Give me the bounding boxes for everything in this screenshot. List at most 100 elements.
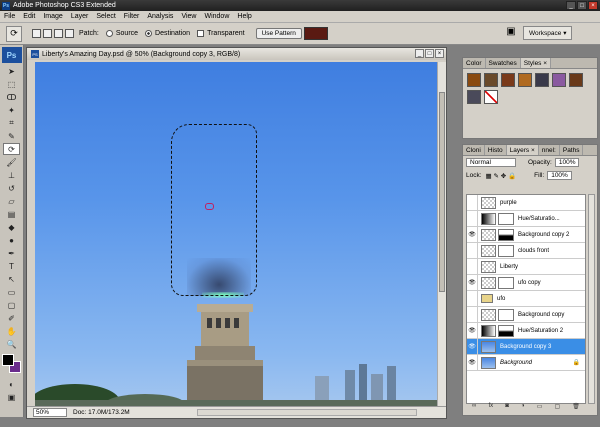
style-swatch[interactable] xyxy=(467,90,481,104)
blend-mode-select[interactable]: Normal xyxy=(466,158,516,167)
visibility-eye-icon[interactable]: 👁 xyxy=(467,274,478,291)
quick-mask-icon[interactable]: ◐ xyxy=(3,378,20,390)
menu-help[interactable]: Help xyxy=(237,13,251,20)
layer-mask-thumbnail[interactable] xyxy=(498,276,514,289)
layer-row[interactable]: 👁 Hue/Saturation 2 xyxy=(467,322,585,339)
workspace-button[interactable]: Workspace ▾ xyxy=(523,26,573,40)
history-brush-tool-icon[interactable]: ↺ xyxy=(3,182,20,194)
color-swatches[interactable] xyxy=(1,354,22,374)
menu-file[interactable]: File xyxy=(4,13,15,20)
layer-row[interactable]: 👁 ufo copy xyxy=(467,274,585,291)
visibility-eye-icon[interactable]: 👁 xyxy=(467,354,478,371)
slice-tool-icon[interactable]: ✎ xyxy=(3,130,20,142)
close-button[interactable]: × xyxy=(588,1,598,10)
pen-tool-icon[interactable]: ✒ xyxy=(3,247,20,259)
layer-row[interactable]: 👁 Background copy 3 xyxy=(467,338,585,355)
doc-minimize-button[interactable]: _ xyxy=(415,49,424,58)
layer-row[interactable]: Hue/Saturatio... xyxy=(467,210,585,227)
tab-paths[interactable]: Paths xyxy=(560,145,584,155)
foreground-color[interactable] xyxy=(1,354,14,366)
use-pattern-button[interactable]: Use Pattern xyxy=(255,28,302,39)
adjust-icon[interactable]: ◑ xyxy=(521,403,525,413)
visibility-eye-icon[interactable]: 👁 xyxy=(467,226,478,243)
menu-analysis[interactable]: Analysis xyxy=(147,13,173,20)
notes-tool-icon[interactable]: ▢ xyxy=(3,299,20,311)
type-tool-icon[interactable]: T xyxy=(3,260,20,272)
menu-filter[interactable]: Filter xyxy=(124,13,140,20)
layer-mask-thumbnail[interactable] xyxy=(498,228,514,241)
menu-layer[interactable]: Layer xyxy=(71,13,89,20)
pattern-swatch[interactable] xyxy=(303,27,328,40)
style-swatch[interactable] xyxy=(569,73,583,87)
eyedropper-tool-icon[interactable]: ✐ xyxy=(3,312,20,324)
patch-tool-icon[interactable]: ⟳ xyxy=(6,25,22,42)
subtract-selection-icon[interactable] xyxy=(54,29,63,38)
layer-row[interactable]: clouds front xyxy=(467,242,585,259)
new-layer-icon[interactable]: ▢ xyxy=(554,403,560,413)
lasso-tool-icon[interactable]: ↀ xyxy=(3,91,20,103)
tab-color[interactable]: Color xyxy=(463,58,486,68)
opacity-field[interactable]: 100% xyxy=(554,158,580,167)
gradient-tool-icon[interactable]: ▤ xyxy=(3,208,20,220)
eraser-tool-icon[interactable]: ▱ xyxy=(3,195,20,207)
visibility-eye-icon[interactable] xyxy=(467,195,478,211)
layer-row[interactable]: purple xyxy=(467,195,585,211)
layer-row[interactable]: ufo xyxy=(467,290,585,307)
blur-tool-icon[interactable]: ◆ xyxy=(3,221,20,233)
tab-history[interactable]: Histo xyxy=(485,145,507,155)
layer-mask-thumbnail[interactable] xyxy=(498,324,514,337)
patch-tool-icon[interactable]: ⟳ xyxy=(3,143,20,155)
menu-edit[interactable]: Edit xyxy=(23,13,35,20)
visibility-eye-icon[interactable]: 👁 xyxy=(467,322,478,339)
folder-icon[interactable]: ▭ xyxy=(537,403,543,413)
path-selection-tool-icon[interactable]: ↖ xyxy=(3,273,20,285)
layer-row[interactable]: 👁 Background copy 2 xyxy=(467,226,585,243)
intersect-selection-icon[interactable] xyxy=(65,29,74,38)
style-swatch[interactable] xyxy=(552,73,566,87)
hand-tool-icon[interactable]: ✋ xyxy=(3,325,20,337)
zoom-field[interactable]: 50% xyxy=(33,408,67,417)
tab-styles[interactable]: Styles × xyxy=(520,58,552,68)
minimize-button[interactable]: _ xyxy=(566,1,576,10)
visibility-eye-icon[interactable] xyxy=(467,210,478,227)
menu-image[interactable]: Image xyxy=(43,13,62,20)
lock-icons[interactable]: ▦ ✎ ✥ 🔒 xyxy=(486,172,517,180)
layer-mask-thumbnail[interactable] xyxy=(498,212,514,225)
layer-row[interactable]: 👁 Background 🔒 xyxy=(467,354,585,371)
new-selection-icon[interactable] xyxy=(32,29,41,38)
palette-well-icon[interactable]: ▣ xyxy=(503,26,519,40)
visibility-eye-icon[interactable] xyxy=(467,290,478,307)
style-swatch[interactable] xyxy=(518,73,532,87)
mask-icon[interactable]: ◙ xyxy=(505,403,509,413)
dodge-tool-icon[interactable]: ● xyxy=(3,234,20,246)
doc-maximize-button[interactable]: □ xyxy=(425,49,434,58)
marquee-tool-icon[interactable]: ⬚ xyxy=(3,78,20,90)
visibility-eye-icon[interactable]: 👁 xyxy=(467,338,478,355)
add-selection-icon[interactable] xyxy=(43,29,52,38)
brush-tool-icon[interactable]: 🖌 xyxy=(3,156,20,168)
menu-view[interactable]: View xyxy=(181,13,196,20)
visibility-eye-icon[interactable] xyxy=(467,306,478,323)
menu-select[interactable]: Select xyxy=(96,13,115,20)
fill-field[interactable]: 100% xyxy=(547,171,572,180)
move-tool-icon[interactable]: ➤ xyxy=(3,65,20,77)
style-swatch[interactable] xyxy=(484,73,498,87)
tab-clone-source[interactable]: Cloni xyxy=(463,145,485,155)
source-radio[interactable] xyxy=(105,30,113,37)
fx-icon[interactable]: fx xyxy=(488,403,493,413)
image-canvas[interactable] xyxy=(35,62,438,406)
style-swatch[interactable] xyxy=(501,73,515,87)
tab-channels[interactable]: nnel: xyxy=(539,145,560,155)
style-swatch[interactable] xyxy=(484,90,498,104)
shape-tool-icon[interactable]: ▭ xyxy=(3,286,20,298)
layer-mask-thumbnail[interactable] xyxy=(498,308,514,321)
link-icon[interactable]: ∞ xyxy=(472,403,476,413)
crop-tool-icon[interactable]: ⌗ xyxy=(3,117,20,129)
doc-close-button[interactable]: × xyxy=(435,49,444,58)
vertical-scroll-thumb[interactable] xyxy=(439,92,445,292)
style-swatch[interactable] xyxy=(467,73,481,87)
maximize-button[interactable]: □ xyxy=(577,1,587,10)
horizontal-scrollbar[interactable] xyxy=(197,409,417,416)
layer-row[interactable]: Background copy xyxy=(467,306,585,323)
clone-stamp-tool-icon[interactable]: ⊥ xyxy=(3,169,20,181)
